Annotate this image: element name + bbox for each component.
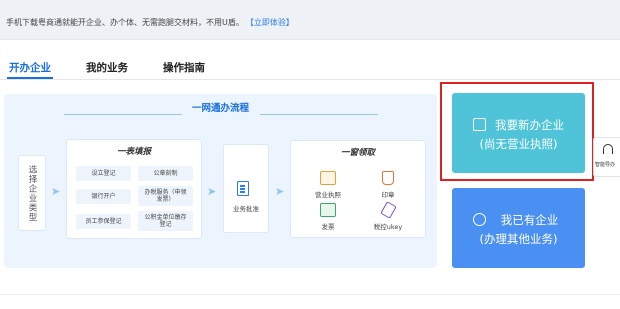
approval-step: 业务批准 [223, 144, 269, 233]
seal-icon [382, 171, 394, 185]
highlight-box [440, 82, 594, 181]
existing-company-sublabel: (办理其他业务) [479, 232, 558, 246]
form-item: 公章刻制 [138, 166, 193, 181]
window-pickup-card: 一窗领取 营业执照 印章 发票 税控ukey [290, 140, 426, 238]
approval-label: 业务批准 [233, 205, 259, 213]
arrow-right-icon: ➤ [51, 185, 61, 198]
footer-divider [0, 294, 620, 295]
form-item: 设立登记 [76, 166, 131, 181]
form-item: 员工参保登记 [76, 214, 131, 229]
pickup-item: 税控ukey [358, 201, 418, 231]
process-flow-panel: 一网通办流程 选择企业类型 ➤ 一表填报 设立登记 公章刻制 银行开户 办税服务… [4, 94, 437, 268]
title-divider-left [64, 114, 182, 115]
smart-guide-widget[interactable]: 智能导办 [593, 137, 620, 177]
form-card-title: 一表填报 [116, 147, 151, 157]
form-item: 银行开户 [76, 189, 131, 204]
usb-key-icon [379, 201, 397, 219]
form-item: 办税服务（申领发票） [138, 186, 193, 206]
select-company-type-step: 选择企业类型 [18, 155, 46, 231]
tab-divider [0, 79, 620, 80]
tab-start-business[interactable]: 开办企业 [7, 60, 53, 80]
pickup-item: 营业执照 [298, 171, 358, 199]
tab-bar: 开办企业 我的业务 操作指南 [0, 58, 620, 80]
flow-title: 一网通办流程 [191, 103, 249, 114]
existing-company-button[interactable]: 我已有企业 (办理其他业务) [452, 188, 585, 268]
pickup-item: 印章 [358, 171, 418, 199]
headset-icon [603, 144, 613, 154]
existing-company-label: 我已有企业 [500, 213, 559, 227]
pickup-item-label: 税控ukey [373, 223, 403, 231]
top-notice-bar: 手机下载粤商通就能开企业、办个体、无需跑腿交材料，不用U盾。 【立即体验】 [0, 0, 620, 40]
license-icon [320, 171, 336, 185]
tab-my-business[interactable]: 我的业务 [86, 60, 128, 75]
title-divider-right [260, 114, 378, 115]
pickup-item-label: 营业执照 [315, 191, 341, 199]
pickup-item-label: 印章 [381, 191, 395, 199]
notice-text: 手机下载粤商通就能开企业、办个体、无需跑腿交材料，不用U盾。 【立即体验】 [6, 17, 294, 28]
pickup-card-title: 一窗领取 [340, 148, 375, 158]
smart-guide-label: 智能导办 [595, 162, 616, 168]
notice-message: 手机下载粤商通就能开企业、办个体、无需跑腿交材料，不用U盾。 [6, 18, 244, 27]
pickup-item: 发票 [298, 203, 358, 231]
arrow-right-icon: ➤ [207, 185, 217, 198]
pickup-item-label: 发票 [321, 223, 335, 231]
form-item: 公积金单位缴存登记 [138, 211, 193, 231]
document-icon [237, 181, 249, 196]
tab-operation-guide[interactable]: 操作指南 [163, 60, 205, 75]
form-filing-card: 一表填报 设立登记 公章刻制 银行开户 办税服务（申领发票） 员工参保登记 公积… [66, 139, 202, 239]
invoice-icon [320, 203, 336, 217]
try-now-link[interactable]: 【立即体验】 [250, 18, 294, 27]
arrow-right-icon: ➤ [275, 185, 285, 198]
